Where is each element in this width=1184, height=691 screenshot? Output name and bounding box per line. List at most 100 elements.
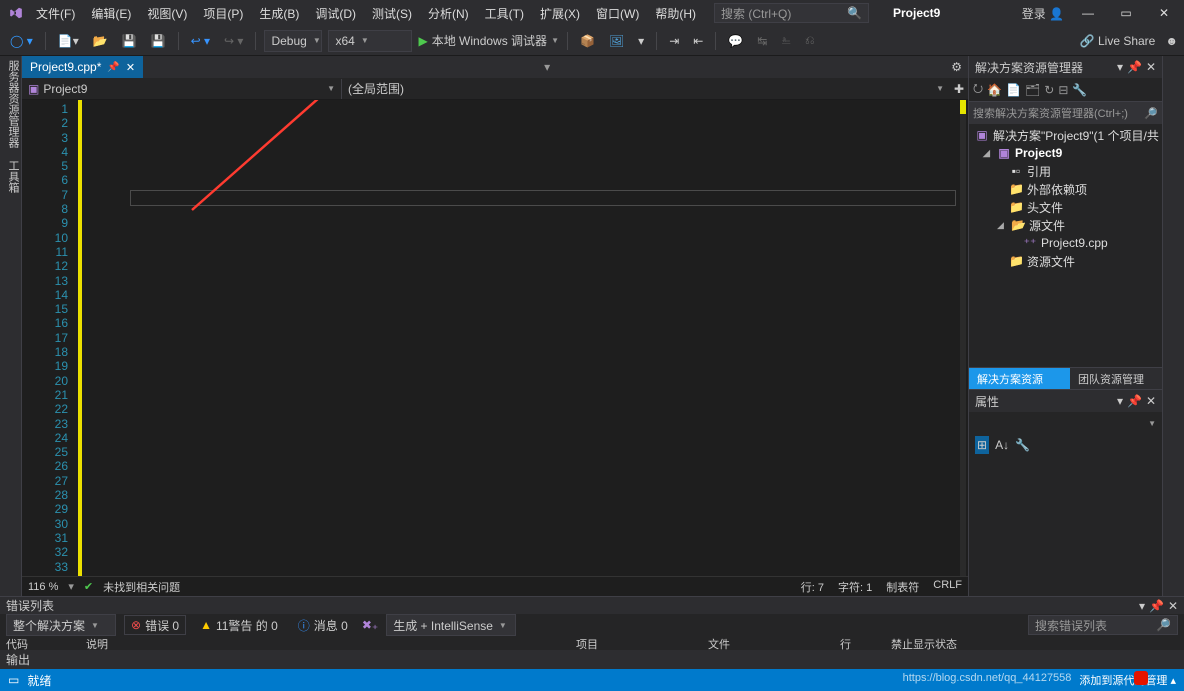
member-dropdown[interactable]: (全局范围)▼ [342,79,950,99]
se-view-icon[interactable]: 🗂 [1025,83,1040,97]
solution-explorer-search[interactable]: 搜索解决方案资源管理器(Ctrl+;) 🔎 [969,102,1162,124]
se-refresh-icon[interactable]: ↻ [1044,83,1054,97]
save-all-button[interactable]: 💾 [147,30,170,52]
notification-badge-icon[interactable] [1134,671,1148,685]
split-editor-icon[interactable]: ✚ [950,82,968,96]
col-suppress[interactable]: 禁止显示状态 [891,636,957,652]
panel-dropdown-icon[interactable]: ▾ [1117,60,1123,74]
prop-close-icon[interactable]: ✕ [1146,394,1156,408]
menu-file[interactable]: 文件(F) [30,3,81,24]
open-folder-button[interactable]: 📂 [89,30,112,52]
live-share-button[interactable]: 🔗 Live Share [1080,34,1156,48]
error-search-input[interactable]: 搜索错误列表🔎 [1028,615,1178,635]
left-tool-rail[interactable]: 服务器资源管理器 工具箱 [0,56,22,596]
prop-alpha-icon[interactable]: A↓ [995,438,1009,452]
tab-overflow-icon[interactable]: ▾ [540,60,554,74]
editor-scrollbar[interactable] [960,100,966,576]
tree-resources-node[interactable]: 📁资源文件 [969,252,1162,270]
redo-button[interactable]: ↪ ▾ [220,30,247,52]
tree-sources-node[interactable]: ◢📂源文件 [969,216,1162,234]
se-nav-icon[interactable]: 🏠 [987,83,1002,97]
tool-icon-3[interactable]: ▾ [634,30,648,52]
undo-button[interactable]: ↩ ▾ [187,30,214,52]
tree-project-node[interactable]: ◢▣Project9 [969,144,1162,162]
tool-icon-1[interactable]: 📦 [576,30,599,52]
menu-tools[interactable]: 工具(T) [479,3,530,24]
pin-icon[interactable]: 📌 [107,62,119,73]
menu-extensions[interactable]: 扩展(X) [534,3,586,24]
tree-source-file[interactable]: ⁺⁺Project9.cpp [969,234,1162,252]
scope-dropdown[interactable]: ▣ Project9▼ [22,79,342,99]
col-line[interactable]: 行 [840,636,851,652]
login-button[interactable]: 登录 👤 [1022,5,1064,22]
menu-window[interactable]: 窗口(W) [590,3,645,24]
misc-icon-1[interactable]: ↹ [753,30,771,52]
start-debug-button[interactable]: ▶本地 Windows 调试器▼ [418,32,559,49]
tab-team-explorer[interactable]: 团队资源管理器 [1070,368,1162,389]
zoom-level[interactable]: 116 % [28,581,58,593]
document-tab-active[interactable]: Project9.cpp* 📌 ✕ [22,56,143,78]
err-close-icon[interactable]: ✕ [1168,599,1178,613]
menu-project[interactable]: 项目(P) [197,3,249,24]
prop-categorized-icon[interactable]: ⊞ [975,436,989,454]
source-control-button[interactable]: 添加到源代码管理 ▴ [1079,672,1176,688]
panel-close-icon[interactable]: ✕ [1146,60,1156,74]
solution-tree[interactable]: ▣解决方案"Project9"(1 个项目/共 ◢▣Project9 ▪▫引用 … [969,124,1162,367]
save-button[interactable]: 💾 [118,30,141,52]
back-button[interactable]: ◯ ▾ [6,30,37,52]
se-collapse-icon[interactable]: ⊟ [1058,83,1068,97]
misc-icon-3[interactable]: ⎌ [801,30,819,52]
feedback-icon[interactable]: ☻ [1165,34,1178,48]
error-scope-dropdown[interactable]: 整个解决方案▼ [6,614,116,636]
output-panel-tab[interactable]: 输出 [0,650,1184,668]
tab-solution-explorer[interactable]: 解决方案资源管... [969,368,1070,389]
right-tool-rail[interactable] [1162,56,1184,596]
tool-icon-2[interactable]: 🖼 [605,30,628,52]
err-dropdown-icon[interactable]: ▾ [1139,599,1145,613]
code-editor[interactable]: 1234567891011121314151617181920212223242… [22,100,968,576]
config-dropdown[interactable]: Debug▼ [264,30,322,52]
menu-edit[interactable]: 编辑(E) [85,3,137,24]
se-props-icon[interactable]: 🔧 [1072,83,1087,97]
menu-test[interactable]: 测试(S) [366,3,418,24]
se-home-icon[interactable]: ⭮ [973,79,983,100]
menu-help[interactable]: 帮助(H) [649,3,702,24]
tree-references-node[interactable]: ▪▫引用 [969,162,1162,180]
warnings-filter[interactable]: ▲11警告 的 0 [194,615,284,635]
tab-settings-icon[interactable]: ⚙ [951,60,962,74]
tree-solution-node[interactable]: ▣解决方案"Project9"(1 个项目/共 [969,126,1162,144]
messages-filter[interactable]: ⓘ消息 0 [292,615,354,635]
window-mgmt-icon[interactable]: ▭ [8,673,19,687]
tab-close-icon[interactable]: ✕ [126,61,135,74]
prop-dropdown-icon[interactable]: ▾ [1117,394,1123,408]
tree-external-deps-node[interactable]: 📁外部依赖项 [969,180,1162,198]
close-icon[interactable]: ✕ [1150,6,1178,20]
tree-headers-node[interactable]: 📁头文件 [969,198,1162,216]
menu-view[interactable]: 视图(V) [141,3,193,24]
panel-pin-icon[interactable]: 📌 [1127,60,1142,74]
solution-title: Project9 [893,6,940,20]
errors-filter[interactable]: ⊗错误 0 [124,615,186,635]
prop-pin-icon[interactable]: 📌 [1127,394,1142,408]
se-sync-icon[interactable]: 📄 [1006,83,1021,97]
platform-dropdown[interactable]: x64▼ [328,30,412,52]
prop-pages-icon[interactable]: 🔧 [1015,438,1030,452]
build-filter-icon[interactable]: ✖₊ [362,618,378,632]
minimize-icon[interactable]: — [1074,6,1102,20]
menu-analyze[interactable]: 分析(N) [422,3,475,24]
menu-debug[interactable]: 调试(D) [309,3,362,24]
col-project[interactable]: 项目 [576,636,598,652]
outdent-icon[interactable]: ⇤ [689,30,707,52]
new-item-button[interactable]: 📄▾ [54,30,83,52]
comment-icon[interactable]: 💬 [724,30,747,52]
misc-icon-2[interactable]: ⎁ [777,30,795,52]
error-source-dropdown[interactable]: 生成 + IntelliSense▼ [386,614,516,636]
col-file[interactable]: 文件 [708,636,730,652]
global-search-input[interactable]: 搜索 (Ctrl+Q) 🔍 [714,3,869,23]
properties-object-dropdown[interactable]: ▼ [969,412,1162,434]
maximize-icon[interactable]: ▭ [1112,6,1140,20]
col-desc[interactable]: 说明 [86,636,146,652]
menu-build[interactable]: 生成(B) [253,3,305,24]
indent-icon[interactable]: ⇥ [665,30,683,52]
err-pin-icon[interactable]: 📌 [1149,599,1164,613]
